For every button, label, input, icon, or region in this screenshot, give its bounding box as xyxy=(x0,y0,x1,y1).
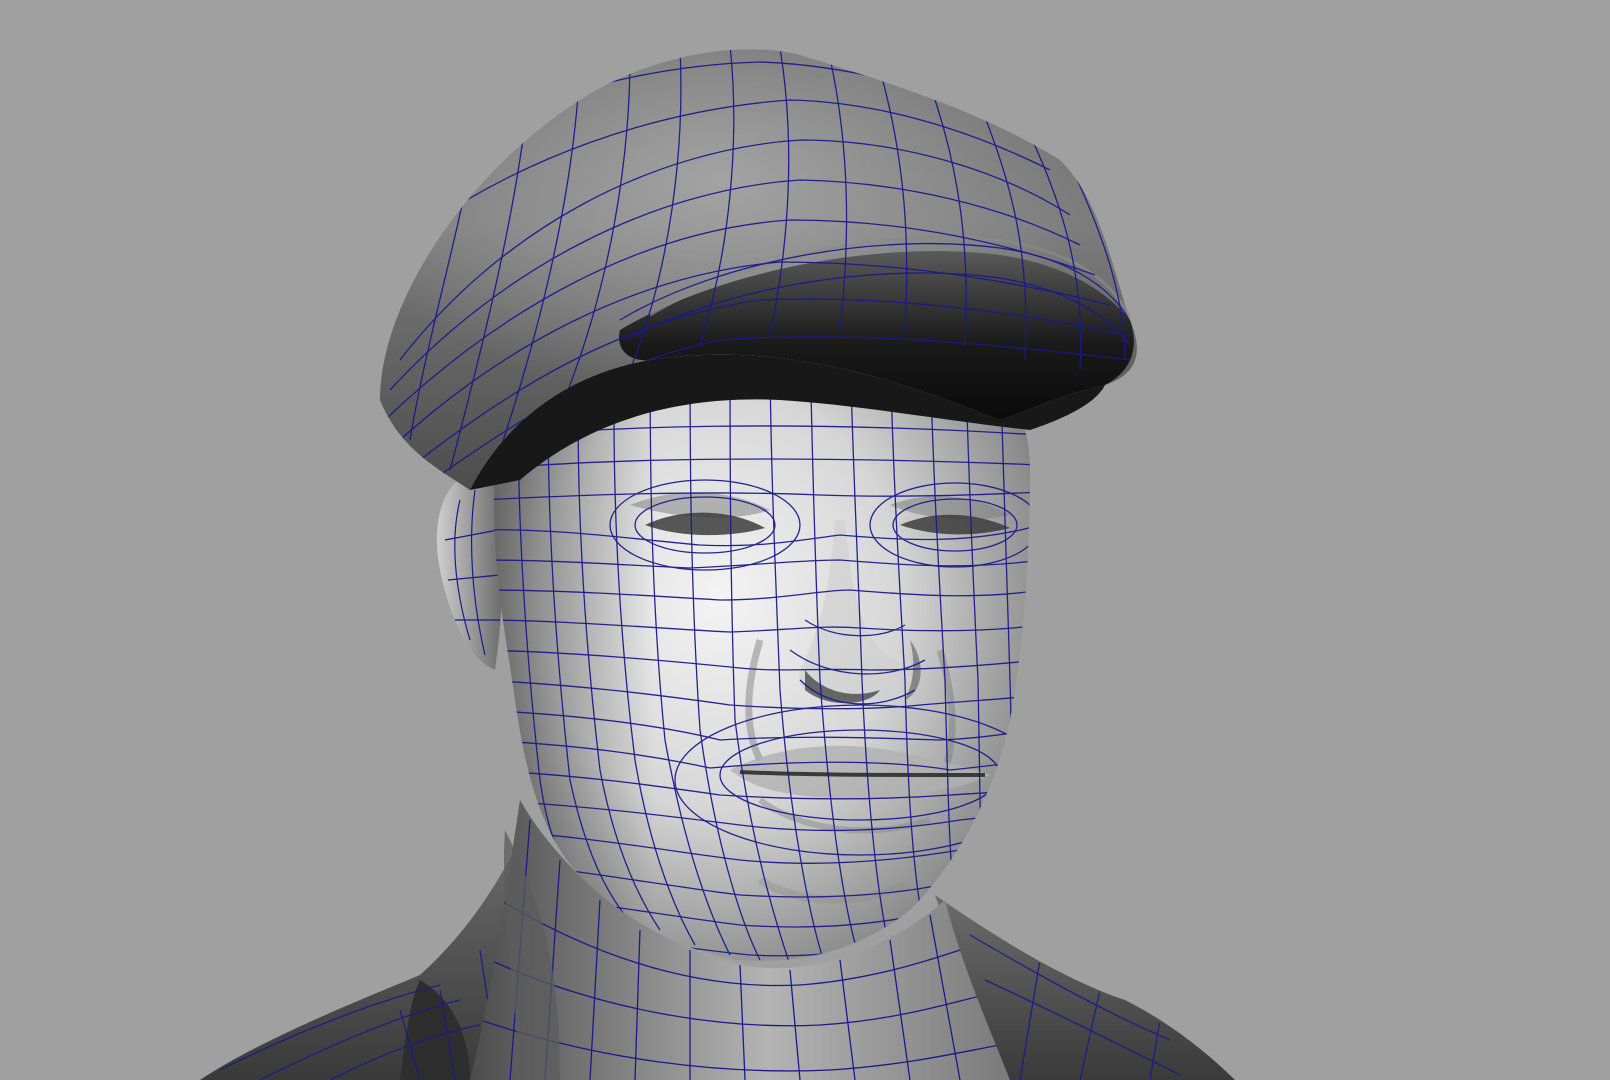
head-model-render xyxy=(200,49,1235,1080)
3d-viewport[interactable] xyxy=(0,0,1610,1080)
ear xyxy=(436,475,504,670)
